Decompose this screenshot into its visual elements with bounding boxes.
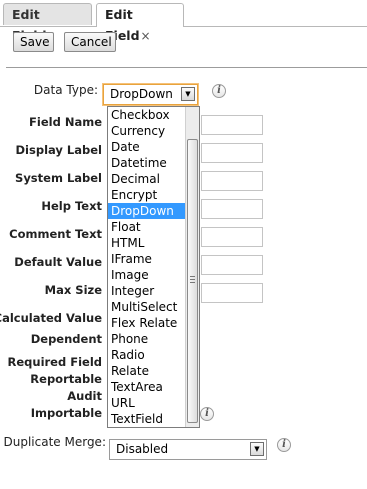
info-icon[interactable]: i	[277, 438, 291, 452]
save-button[interactable]: Save	[13, 32, 54, 52]
max-size-input[interactable]	[201, 283, 263, 303]
data-type-select[interactable]: DropDown ▼	[103, 84, 198, 105]
duplicate-merge-label: Duplicate Merge:	[3, 435, 107, 449]
tab-edit-fields[interactable]: Edit Fields	[3, 3, 92, 43]
divider	[6, 67, 367, 68]
close-icon[interactable]: ×	[141, 29, 151, 43]
duplicate-merge-value: Disabled	[116, 442, 169, 456]
info-icon[interactable]: i	[200, 407, 214, 421]
field-name-input[interactable]	[201, 115, 263, 135]
comment-text-label: Comment Text	[9, 227, 102, 241]
audit-label: Audit	[67, 389, 102, 403]
dropdown-scrollbar[interactable]	[185, 107, 199, 427]
default-value-label: Default Value	[14, 255, 102, 269]
duplicate-merge-select[interactable]: Disabled ▼	[109, 439, 267, 460]
calculated-value-label: Calculated Value	[0, 311, 102, 325]
data-type-dropdown-list[interactable]: Checkbox Currency Date Datetime Decimal Encry…	[107, 106, 200, 428]
display-label-label: Display Label	[15, 143, 102, 157]
chevron-down-icon[interactable]: ▼	[181, 87, 195, 101]
max-size-label: Max Size	[44, 283, 102, 297]
scrollbar-thumb[interactable]	[187, 139, 198, 423]
cancel-button[interactable]: Cancel	[64, 32, 116, 52]
comment-text-input[interactable]	[201, 227, 263, 247]
system-label-label: System Label	[15, 171, 102, 185]
reportable-label: Reportable	[30, 372, 102, 386]
help-text-input[interactable]	[201, 199, 263, 219]
chevron-down-icon[interactable]: ▼	[250, 442, 264, 456]
system-label-input[interactable]	[201, 171, 263, 191]
help-text-label: Help Text	[41, 199, 102, 213]
tab-edit-field[interactable]: Edit Field×	[96, 3, 184, 43]
required-field-label: Required Field	[7, 355, 103, 369]
default-value-input[interactable]	[201, 255, 263, 275]
importable-label: Importable	[30, 406, 102, 420]
tab-bar: Edit Fields Edit Field×	[0, 0, 367, 43]
data-type-label: Data Type:	[33, 83, 98, 97]
info-icon[interactable]: i	[212, 84, 226, 98]
display-label-input[interactable]	[201, 143, 263, 163]
dependent-label: Dependent	[30, 332, 102, 346]
grip-line	[190, 282, 195, 283]
grip-line	[190, 279, 195, 280]
field-name-label: Field Name	[29, 115, 102, 129]
data-type-value: DropDown	[110, 87, 173, 101]
grip-line	[190, 276, 195, 277]
